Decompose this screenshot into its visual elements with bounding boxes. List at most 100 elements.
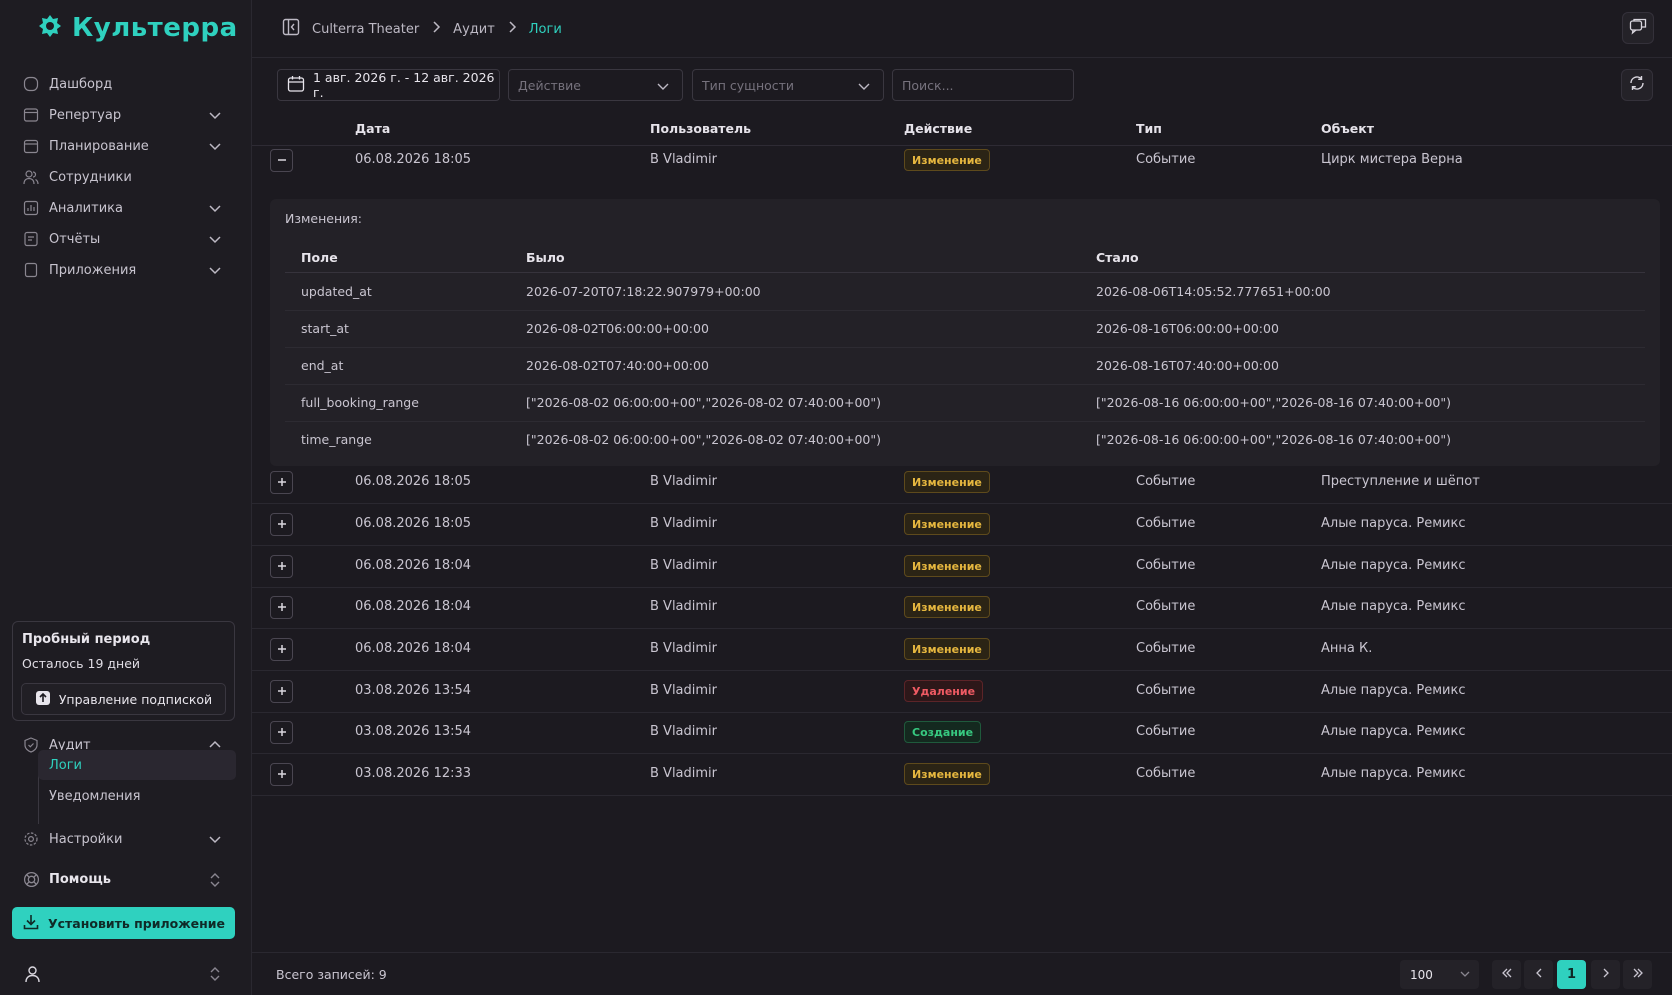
sidebar-subitem-logs[interactable]: Логи [38, 750, 236, 780]
brand-logo[interactable]: Культерра [38, 12, 238, 44]
expand-row-button[interactable] [270, 555, 293, 578]
change-details-panel: Изменения: Поле Было Стало updated_at 202… [270, 199, 1660, 466]
action-filter-select[interactable]: Действие [508, 69, 683, 101]
row-object: Алые паруса. Ремикс [1321, 766, 1466, 781]
date-range-picker[interactable]: 1 авг. 2026 г. - 12 авг. 2026 г. [277, 69, 500, 101]
user-menu[interactable] [22, 960, 232, 988]
sidebar-toggle-icon[interactable] [282, 18, 300, 40]
details-row: updated_at 2026-07-20T07:18:22.907979+00:… [285, 274, 1645, 311]
expand-row-button[interactable] [270, 471, 293, 494]
sidebar-item[interactable]: Дашборд [22, 70, 232, 98]
home-icon [22, 75, 40, 93]
row-user: B Vladimir [650, 766, 718, 781]
details-after: ["2026-08-16 06:00:00+00","2026-08-16 07… [1096, 432, 1451, 447]
help-menu[interactable]: Помощь [22, 865, 232, 893]
row-object: Алые паруса. Ремикс [1321, 516, 1466, 531]
column-header-date[interactable]: Дата [355, 121, 390, 136]
row-type: Событие [1136, 641, 1196, 656]
table-row[interactable]: 06.08.2026 18:05 B Vladimir Изменение Событ… [252, 461, 1672, 504]
details-before: 2026-08-02T06:00:00+00:00 [526, 321, 709, 336]
refresh-button[interactable] [1621, 69, 1653, 101]
chevron-down-icon [208, 263, 222, 281]
expand-row-button[interactable] [270, 638, 293, 661]
sidebar-item[interactable]: Приложения [22, 256, 232, 284]
row-user: B Vladimir [650, 558, 718, 573]
expand-row-button[interactable] [270, 721, 293, 744]
sidebar-item[interactable]: Планирование [22, 132, 232, 160]
brand-name: Культерра [72, 13, 238, 43]
breadcrumb: Culterra Theater Аудит Логи [282, 18, 562, 40]
details-after: 2026-08-16T06:00:00+00:00 [1096, 321, 1279, 336]
row-date: 03.08.2026 12:33 [355, 766, 472, 781]
first-page-button[interactable] [1492, 960, 1521, 989]
plus-icon [276, 725, 288, 741]
chevron-down-icon [208, 832, 222, 850]
table-row[interactable]: 06.08.2026 18:05 B Vladimir Изменение Событ… [252, 503, 1672, 546]
row-user: B Vladimir [650, 516, 718, 531]
breadcrumb-item[interactable]: Culterra Theater [312, 22, 419, 37]
column-header-action[interactable]: Действие [904, 121, 972, 136]
column-header-object[interactable]: Объект [1321, 121, 1374, 136]
table-row[interactable]: 06.08.2026 18:04 B Vladimir Изменение Событ… [252, 586, 1672, 629]
chevron-down-icon [208, 108, 222, 126]
entity-type-filter-select[interactable]: Тип сущности [692, 69, 884, 101]
details-field: full_booking_range [301, 395, 419, 410]
trial-title: Пробный период [22, 632, 151, 647]
chat-icon [1629, 17, 1647, 39]
plus-icon [276, 517, 288, 533]
row-type: Событие [1136, 152, 1196, 167]
row-date: 06.08.2026 18:04 [355, 599, 472, 614]
details-after: ["2026-08-16 06:00:00+00","2026-08-16 07… [1096, 395, 1451, 410]
changes-title: Изменения: [285, 211, 363, 226]
table-row[interactable]: 06.08.2026 18:05 B Vladimir Изменение Событ… [252, 139, 1672, 182]
prev-page-button[interactable] [1524, 960, 1553, 989]
table-row[interactable]: 03.08.2026 13:54 B Vladimir Создание Событи… [252, 711, 1672, 754]
expand-row-button[interactable] [270, 763, 293, 786]
table-row[interactable]: 03.08.2026 13:54 B Vladimir Удаление Событи… [252, 670, 1672, 713]
sidebar-item[interactable]: Аналитика [22, 194, 232, 222]
search-input[interactable]: Поиск... [892, 69, 1074, 101]
feedback-button[interactable] [1622, 12, 1654, 44]
expand-row-button[interactable] [270, 513, 293, 536]
action-badge: Изменение [904, 149, 990, 171]
install-app-button[interactable]: Установить приложение [12, 907, 235, 939]
sidebar-item-settings[interactable]: Настройки [22, 825, 232, 853]
row-object: Анна К. [1321, 641, 1373, 656]
row-user: B Vladimir [650, 641, 718, 656]
plus-icon [276, 600, 288, 616]
theater-icon [22, 106, 40, 124]
breadcrumb-item[interactable]: Аудит [453, 22, 495, 37]
breadcrumb-current: Логи [528, 21, 562, 37]
total-records: Всего записей: 9 [276, 967, 387, 982]
expand-row-button[interactable] [270, 680, 293, 703]
sidebar-item[interactable]: Репертуар [22, 101, 232, 129]
sidebar-subitem-notifications[interactable]: Уведомления [38, 781, 236, 811]
last-page-button[interactable] [1623, 960, 1652, 989]
row-type: Событие [1136, 683, 1196, 698]
manage-subscription-button[interactable]: Управление подпиской [21, 683, 226, 715]
details-table-header: Поле Было Стало [285, 242, 1645, 273]
page-button-current[interactable]: 1 [1557, 960, 1586, 989]
expand-row-button[interactable] [270, 596, 293, 619]
table-row[interactable]: 06.08.2026 18:04 B Vladimir Изменение Событ… [252, 545, 1672, 588]
plus-icon [276, 475, 288, 491]
row-user: B Vladimir [650, 724, 718, 739]
page-size-select[interactable]: 100 [1400, 960, 1479, 989]
next-page-button[interactable] [1591, 960, 1620, 989]
row-object: Алые паруса. Ремикс [1321, 599, 1466, 614]
sidebar-item[interactable]: Отчёты [22, 225, 232, 253]
column-header-type[interactable]: Тип [1136, 121, 1162, 136]
action-badge: Изменение [904, 513, 990, 535]
sidebar-item[interactable]: Сотрудники [22, 163, 232, 191]
details-row: start_at 2026-08-02T06:00:00+00:00 2026-08… [285, 311, 1645, 348]
help-label: Помощь [49, 871, 111, 887]
action-badge: Изменение [904, 763, 990, 785]
table-row[interactable]: 03.08.2026 12:33 B Vladimir Изменение Событ… [252, 753, 1672, 796]
users-icon [22, 168, 40, 186]
sidebar-item-label: Планирование [49, 138, 149, 154]
install-app-label: Установить приложение [48, 915, 225, 931]
column-header-user[interactable]: Пользователь [650, 121, 751, 136]
download-icon [22, 913, 40, 934]
table-row[interactable]: 06.08.2026 18:04 B Vladimir Изменение Событ… [252, 628, 1672, 671]
collapse-row-button[interactable] [270, 149, 293, 172]
